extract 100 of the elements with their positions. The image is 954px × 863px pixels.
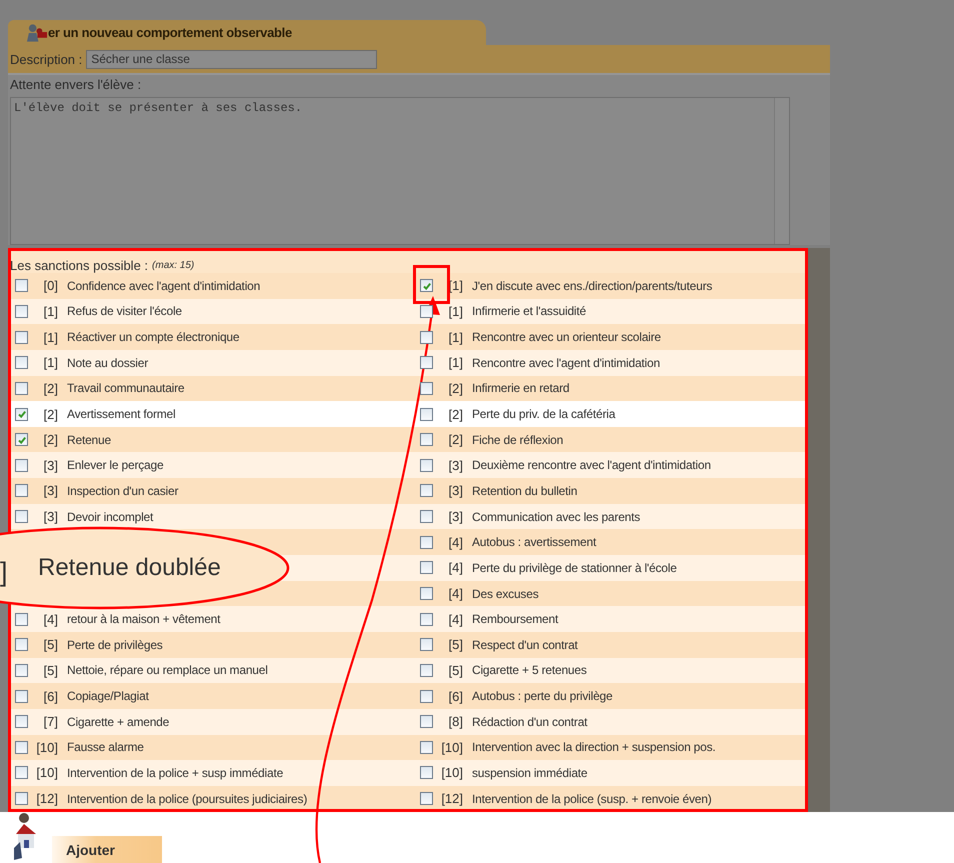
points-label: [1] — [448, 355, 463, 370]
description-field[interactable]: Sécher une classe — [86, 50, 378, 68]
expectation-field[interactable]: L'élève doit se présenter à ses classes. — [10, 97, 790, 245]
checkbox[interactable] — [15, 356, 28, 370]
checkbox[interactable] — [420, 792, 433, 806]
points-label: [0] — [42, 278, 58, 294]
points-label: [1] — [448, 330, 463, 345]
sanction-label: Fausse alarme — [67, 740, 144, 754]
sanction-label: Copiage/Plagiat — [67, 689, 149, 704]
checkbox[interactable] — [15, 792, 28, 806]
checkbox[interactable] — [15, 510, 28, 524]
points-label: [2] — [448, 406, 463, 422]
points-label: [4] — [42, 612, 58, 627]
points-label: [3] — [42, 483, 58, 498]
checkbox[interactable] — [420, 458, 433, 472]
points-label: [4] — [448, 534, 463, 550]
sanction-label: Des excuses — [472, 586, 538, 600]
checkbox[interactable] — [15, 690, 28, 703]
sanction-label: Nettoie, répare ou remplace un manuel — [67, 663, 268, 678]
points-label: [10] — [35, 765, 58, 780]
points-label: [7] — [42, 714, 58, 730]
points-label: [5] — [42, 662, 58, 678]
points-label: [10] — [440, 740, 463, 755]
checkbox[interactable] — [15, 433, 28, 446]
checkbox[interactable] — [420, 484, 433, 498]
points-label: [2] — [42, 406, 58, 422]
checkbox[interactable] — [15, 638, 28, 652]
checkbox[interactable] — [15, 458, 28, 472]
sanction-label: Infirmerie en retard — [472, 381, 570, 396]
checkbox[interactable] — [420, 408, 433, 421]
highlight-box — [413, 265, 450, 304]
checkbox[interactable] — [420, 561, 433, 574]
checkbox[interactable] — [420, 766, 433, 780]
points-label: [3] — [42, 458, 58, 473]
checkbox[interactable] — [420, 664, 433, 677]
checkbox[interactable] — [15, 740, 28, 754]
points-label: [5] — [448, 637, 463, 652]
checkbox[interactable] — [420, 304, 433, 318]
sanction-label: Intervention de la police (poursuites judiciaires) — [67, 792, 308, 806]
checkbox[interactable] — [15, 664, 28, 677]
checkbox[interactable] — [420, 356, 433, 370]
points-label: [3] — [448, 483, 463, 498]
sanction-label: Respect d'un contrat — [472, 638, 578, 652]
sanction-label: Communication avec les parents — [472, 510, 640, 524]
checkbox[interactable] — [420, 587, 433, 600]
checkbox[interactable] — [420, 690, 433, 703]
checkbox[interactable] — [15, 715, 28, 728]
checkbox[interactable] — [420, 612, 433, 626]
checkbox[interactable] — [420, 510, 433, 524]
max-note: (max: 15) — [152, 260, 194, 273]
description-label: Description : — [10, 52, 82, 66]
sanction-label: Autobus : perte du privilège — [472, 689, 612, 704]
points-label: [4] — [448, 560, 463, 576]
points-label: [12] — [440, 791, 463, 806]
sanction-label: Deuxième rencontre avec l'agent d'intimidation — [472, 458, 711, 472]
checkbox[interactable] — [15, 612, 28, 626]
points-label: [1] — [448, 304, 463, 319]
sanction-label: Intervention de la police + susp immédiate — [67, 766, 284, 780]
points-label: [8] — [448, 714, 463, 730]
checkbox[interactable] — [15, 330, 28, 344]
points-label: [3] — [448, 458, 463, 473]
checkbox[interactable] — [420, 715, 433, 728]
sanction-label: Fiche de réflexion — [472, 432, 564, 447]
sanction-label: Rédaction d'un contrat — [472, 714, 588, 729]
checkbox[interactable] — [420, 638, 433, 652]
sanction-label: Devoir incomplet — [67, 510, 154, 524]
sanction-label: Remboursement — [472, 612, 558, 626]
sanction-label: Avertissement formel — [67, 407, 176, 422]
checkbox[interactable] — [15, 766, 28, 780]
sanction-label: Travail communautaire — [67, 381, 184, 396]
checkbox[interactable] — [420, 433, 433, 446]
add-button[interactable]: Ajouter — [52, 836, 162, 863]
checkbox[interactable] — [15, 279, 28, 292]
sanction-label: Rencontre avec un orienteur scolaire — [472, 330, 661, 344]
checkbox[interactable] — [15, 408, 28, 421]
checkbox[interactable] — [420, 382, 433, 395]
checkbox[interactable] — [15, 382, 28, 395]
checkbox[interactable] — [15, 304, 28, 318]
checkbox[interactable] — [420, 536, 433, 549]
points-label: [2] — [448, 380, 463, 396]
sanction-label: Retenue — [67, 432, 111, 447]
sanction-label: Perte du privilège de stationner à l'école — [472, 560, 677, 575]
sanction-label: Confidence avec l'agent d'intimidation — [67, 278, 260, 293]
sanction-label: Retention du bulletin — [472, 484, 578, 498]
points-label: [1] — [42, 330, 58, 345]
sanction-label: Intervention avec la direction + suspension pos. — [472, 740, 716, 754]
sanction-label: Enlever le perçage — [67, 458, 164, 472]
points-label: [3] — [448, 509, 463, 524]
sanction-label: Perte de privilèges — [67, 638, 163, 652]
checkbox[interactable] — [420, 330, 433, 344]
sanction-label: Réactiver un compte électronique — [67, 330, 240, 344]
checkbox[interactable] — [420, 740, 433, 754]
sanction-label: suspension immédiate — [472, 766, 588, 780]
checkbox[interactable] — [420, 279, 433, 292]
points-label: [1] — [42, 355, 58, 370]
points-label: [1] — [42, 304, 58, 319]
sanction-label: Infirmerie et l'assuidité — [472, 304, 586, 318]
points-label: [2] — [42, 380, 58, 396]
points-label: [4] — [448, 586, 463, 601]
checkbox[interactable] — [15, 484, 28, 498]
